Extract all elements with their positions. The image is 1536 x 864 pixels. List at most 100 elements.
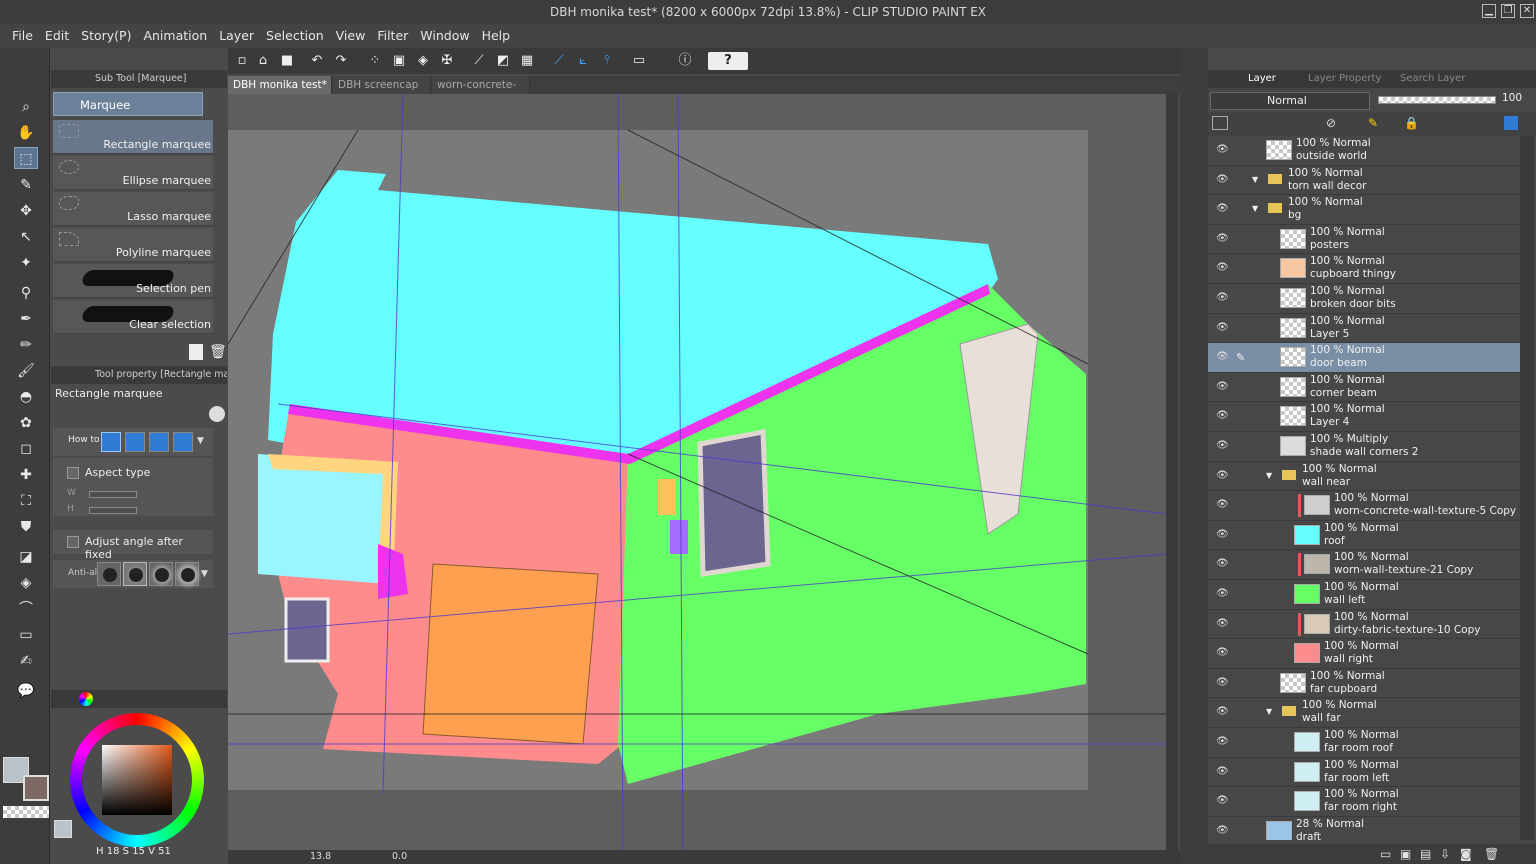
eye-icon[interactable]: 👁	[1216, 677, 1229, 688]
brush-icon[interactable]: 🖌	[14, 360, 38, 382]
pen-icon[interactable]: ✒	[14, 308, 38, 330]
eye-icon[interactable]: 👁	[1216, 470, 1229, 481]
new-selection-button[interactable]	[101, 432, 121, 452]
layer-row[interactable]: 👁 100 % Normal dirty-fabric-texture-10 Cop…	[1208, 610, 1520, 640]
help-button[interactable]: ?	[708, 52, 748, 70]
eyedropper-icon[interactable]: ⚲	[14, 282, 38, 304]
save-icon[interactable]: ■	[278, 52, 296, 70]
correct-line-icon[interactable]: ✍	[14, 650, 38, 672]
eye-icon[interactable]: 👁	[1216, 499, 1229, 510]
tab-worn-concrete[interactable]: worn-concrete-	[432, 76, 530, 94]
subtool-selection-pen[interactable]: Selection pen	[53, 264, 213, 298]
layer-row[interactable]: 👁 100 % Normal wall left	[1208, 580, 1520, 610]
eye-icon[interactable]: 👁	[1216, 558, 1229, 569]
chevron-down-icon[interactable]: ▼	[1266, 471, 1272, 480]
snap-grid-icon[interactable]: ⫯	[598, 52, 616, 70]
eye-icon[interactable]: 👁	[1216, 262, 1229, 273]
zoom-icon[interactable]: ⌕	[14, 96, 38, 118]
gradient-icon[interactable]: ◪	[14, 546, 38, 568]
anti-alias-weak-button[interactable]	[123, 562, 147, 586]
move-icon[interactable]: ✥	[14, 200, 38, 222]
layer-row[interactable]: 👁 100 % Normal corner beam	[1208, 373, 1520, 403]
eye-icon[interactable]: 👁	[1216, 351, 1229, 362]
undo-icon[interactable]: ↶	[308, 52, 326, 70]
menu-story[interactable]: Story(P)	[75, 24, 137, 48]
layer-row[interactable]: 👁 ▼ 100 % Normal wall near	[1208, 462, 1520, 492]
snap-special-icon[interactable]: ⟀	[574, 52, 592, 70]
delete-layer-icon[interactable]: 🗑	[1484, 847, 1499, 861]
layer-row[interactable]: 👁 100 % Normal far room right	[1208, 787, 1520, 817]
eye-icon[interactable]: 👁	[1216, 529, 1229, 540]
layer-row[interactable]: 👁 100 % Multiply shade wall corners 2	[1208, 432, 1520, 462]
add-selection-button[interactable]	[125, 432, 145, 452]
layer-row[interactable]: 👁 28 % Normal draft	[1208, 817, 1520, 840]
chevron-down-icon[interactable]: ▼	[201, 569, 208, 579]
perspective-icon[interactable]: ◩	[494, 52, 512, 70]
info-icon[interactable]: ⓘ	[676, 52, 694, 70]
layer-scrollbar[interactable]	[1520, 136, 1534, 840]
opacity-slider[interactable]	[1378, 96, 1496, 104]
eraser-icon[interactable]: ◻	[14, 438, 38, 460]
layer-row[interactable]: 👁 100 % Normal far room left	[1208, 758, 1520, 788]
new-vector-layer-icon[interactable]: ▣	[1400, 847, 1411, 861]
saturation-value-square[interactable]	[102, 745, 172, 815]
canvas-vertical-scrollbar[interactable]	[1166, 94, 1178, 850]
transform-icon[interactable]: ▣	[390, 52, 408, 70]
wrench-icon[interactable]	[209, 406, 225, 422]
menu-animation[interactable]: Animation	[137, 24, 213, 48]
new-folder-icon[interactable]: ▤	[1420, 847, 1431, 861]
snap-ruler-icon[interactable]: ⟋	[550, 52, 568, 70]
eye-icon[interactable]: 👁	[1216, 736, 1229, 747]
layer-row[interactable]: 👁 100 % Normal cupboard thingy	[1208, 254, 1520, 284]
subtool-lasso-marquee[interactable]: Lasso marquee	[53, 192, 213, 226]
operation-icon[interactable]: ↖	[14, 226, 38, 248]
tab-dbh-screencap[interactable]: DBH screencap	[333, 76, 431, 94]
menu-selection[interactable]: Selection	[260, 24, 330, 48]
open-file-icon[interactable]: ⌂	[254, 52, 272, 70]
layer-row[interactable]: 👁 100 % Normal wall right	[1208, 639, 1520, 669]
selection-icon[interactable]: ⁘	[366, 52, 384, 70]
eye-icon[interactable]: 👁	[1216, 322, 1229, 333]
stamp-icon[interactable]: ⛊	[14, 516, 38, 538]
trash-icon[interactable]: 🗑	[209, 344, 227, 360]
layer-row[interactable]: 👁 100 % Normal Layer 5	[1208, 314, 1520, 344]
eye-icon[interactable]: 👁	[1216, 233, 1229, 244]
decoration-icon[interactable]: ✿	[14, 412, 38, 434]
reference-icon[interactable]: ✎	[1368, 116, 1378, 130]
fill-icon[interactable]: ◈	[414, 52, 432, 70]
chevron-down-icon[interactable]: ▼	[1252, 175, 1258, 184]
eye-icon[interactable]: 👁	[1216, 825, 1229, 836]
subtract-selection-button[interactable]	[149, 432, 169, 452]
auto-select-icon[interactable]: ✦	[14, 252, 38, 274]
sub-tool-group-marquee[interactable]: Marquee	[53, 92, 203, 116]
ruler-icon[interactable]: ⟋	[470, 52, 488, 70]
paint-bucket-icon[interactable]: ◈	[14, 572, 38, 594]
clip-icon[interactable]: ⊘	[1326, 116, 1336, 130]
crop-icon[interactable]: ✠	[438, 52, 456, 70]
canvas-area[interactable]	[227, 93, 1167, 851]
eye-icon[interactable]: 👁	[1216, 440, 1229, 451]
pencil-icon[interactable]: ✏	[14, 334, 38, 356]
layer-row[interactable]: 👁 100 % Normal worn-concrete-wall-texture-…	[1208, 491, 1520, 521]
screen-icon[interactable]: ▭	[630, 52, 648, 70]
blend-mode-select[interactable]: Normal	[1210, 92, 1370, 110]
chevron-down-icon[interactable]: ▼	[1252, 204, 1258, 213]
balloon-icon[interactable]: 💬	[14, 680, 38, 702]
menu-window[interactable]: Window	[414, 24, 475, 48]
eye-icon[interactable]: 👁	[1216, 174, 1229, 185]
eye-icon[interactable]: 👁	[1216, 706, 1229, 717]
subtool-ellipse-marquee[interactable]: Ellipse marquee	[53, 156, 213, 190]
layer-row[interactable]: 👁 100 % Normal Layer 4	[1208, 402, 1520, 432]
new-subtool-icon[interactable]	[189, 344, 203, 360]
layer-row[interactable]: 👁 ✎ 100 % Normal door beam	[1208, 343, 1520, 373]
mask-icon[interactable]: ◙	[1460, 847, 1472, 861]
eye-icon[interactable]: 👁	[1216, 795, 1229, 806]
menu-edit[interactable]: Edit	[39, 24, 75, 48]
restore-button[interactable]: ❐	[1501, 4, 1515, 18]
menu-help[interactable]: Help	[476, 24, 517, 48]
grid-icon[interactable]: ▦	[518, 52, 536, 70]
close-button[interactable]: ✕	[1520, 4, 1534, 18]
sub-color-swatch[interactable]	[23, 775, 49, 801]
layer-row[interactable]: 👁 ▼ 100 % Normal bg	[1208, 195, 1520, 225]
eye-icon[interactable]: 👁	[1216, 381, 1229, 392]
